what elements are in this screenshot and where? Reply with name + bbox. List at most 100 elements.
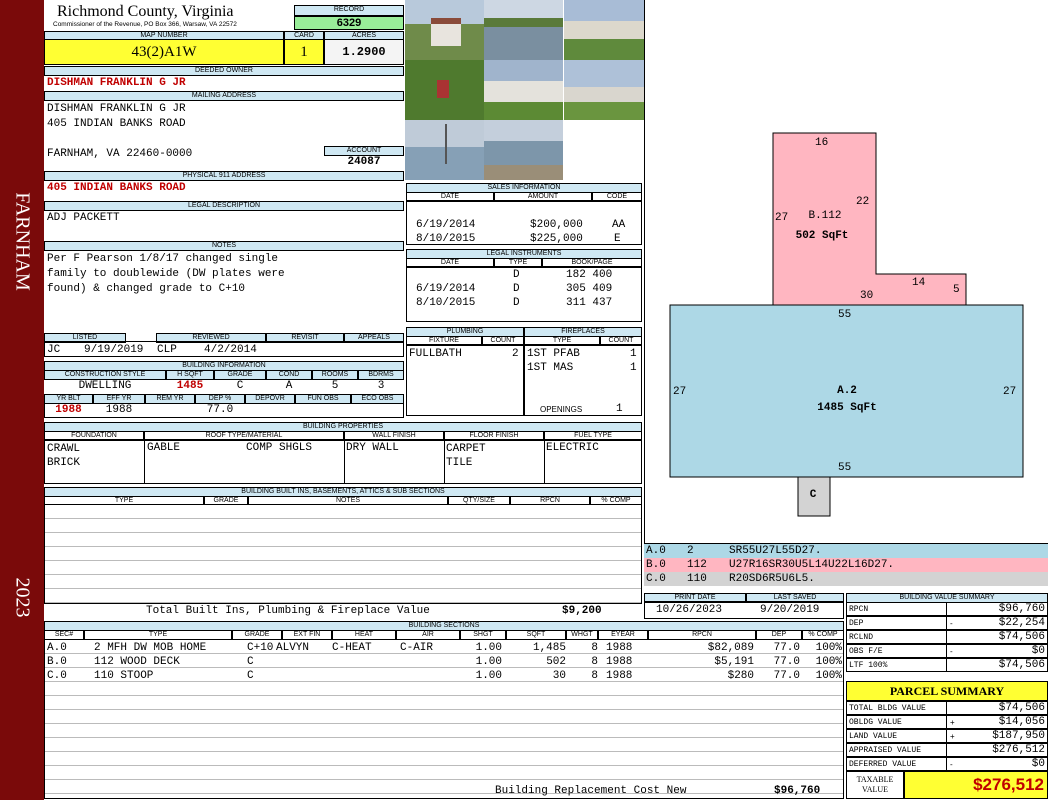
section-cell: 100% [815, 656, 842, 668]
value-summary-label-4: LTF 100% [849, 661, 888, 670]
rooms: 5 [331, 380, 339, 392]
parcel-summary-value-2: $187,950 [992, 730, 1045, 742]
value-summary-label-0: RPCN [849, 605, 869, 614]
parcel-summary-title: PARCEL SUMMARY [846, 681, 1048, 701]
parcel-summary-value-0: $74,506 [998, 702, 1045, 714]
dim-a-right: 27 [1003, 386, 1017, 398]
mailing-line-3: FARNHAM, VA 22460-0000 [47, 148, 193, 160]
side-band: FARNHAM 2023 [0, 0, 44, 800]
listed-by: JC [47, 344, 61, 356]
section-a-label: A.2 [837, 385, 857, 397]
sketch-code-b-path: U27R16SR30U5L14U22L16D27. [729, 559, 895, 571]
value-summary-value-0: $96,760 [998, 603, 1045, 615]
section-cell: 1988 [606, 670, 633, 682]
photo-flag-water [405, 120, 484, 180]
section-cell: 77.0 [773, 670, 800, 682]
photo-garage [405, 0, 484, 60]
fixture-type: FULLBATH [409, 348, 462, 360]
section-cell: 30 [552, 670, 566, 682]
value-summary-divider [946, 616, 947, 630]
taxable-label-1: TAXABLE [856, 775, 894, 784]
parcel-summary-label-1: OBLDG VALUE [849, 718, 902, 727]
value-summary-value-3: $0 [1031, 645, 1045, 657]
section-cell: C.0 [47, 670, 67, 682]
section-cell: 8 [591, 670, 598, 682]
notes-text: Per F Pearson 1/8/17 changed single fami… [47, 253, 285, 295]
floor-finish: CARPET TILE [446, 443, 486, 469]
town-label: FARNHAM [11, 192, 34, 291]
parcel-summary-label-4: DEFERRED VALUE [849, 760, 917, 769]
cond: A [285, 380, 293, 392]
value-summary-divider [946, 644, 947, 658]
sketch-code-a-n: 2 [687, 545, 694, 557]
hsqft-label: H SQFT [166, 370, 214, 380]
parcel-summary-divider [946, 701, 947, 715]
roof-material: COMP SHGLS [246, 442, 313, 454]
inst-type-1: D [513, 269, 520, 281]
record-label: RECORD [294, 5, 404, 16]
built-ins-table [44, 504, 642, 604]
section-cell: $82,089 [707, 642, 754, 654]
inst-type-2: D [513, 283, 520, 295]
sketch-code-b-n: 112 [687, 559, 707, 571]
sketch-code-a-path: SR55U27L55D27. [729, 545, 822, 557]
building-info-row [44, 402, 404, 418]
section-cell: C-HEAT [332, 642, 372, 654]
mailing-line-2: 405 INDIAN BANKS ROAD [47, 118, 186, 130]
dim-b-bottom: 30 [860, 290, 874, 302]
section-cell: 1.00 [475, 670, 502, 682]
sketch-code-c-path: R20SD6R5U6L5. [729, 573, 815, 585]
section-cell: 112 WOOD DECK [94, 656, 180, 668]
parcel-summary-divider [946, 757, 947, 771]
section-b-label: B.112 [808, 210, 842, 222]
value-summary-value-4: $74,506 [998, 659, 1045, 671]
card-number: 1 [284, 39, 324, 65]
built-ins-total-label: Total Built Ins, Plumbing & Fireplace Va… [146, 605, 430, 617]
section-cell: 1.00 [475, 642, 502, 654]
bdrms-label: BDRMS [358, 370, 404, 380]
value-summary-value-2: $74,506 [998, 631, 1045, 643]
mailing-address-label: MAILING ADDRESS [44, 91, 404, 101]
value-summary-label-1: DEP [849, 619, 864, 628]
deeded-owner-label: DEEDED OWNER [44, 66, 404, 76]
fp-count-1: 1 [630, 348, 637, 360]
inst-type-3: D [513, 297, 520, 309]
sketch-code-a [644, 544, 1048, 558]
inst-date-2: 6/19/2014 [416, 283, 476, 295]
sketch-code-c-id: C.0 [646, 573, 666, 585]
fixture-count: 2 [512, 348, 519, 360]
fp-type-2: 1ST MAS [527, 362, 574, 374]
rcn-value: $96,760 [774, 785, 821, 797]
dim-b-right: 22 [856, 196, 870, 208]
inst-book-2: 305 409 [566, 283, 613, 295]
photo-pier [484, 0, 563, 60]
sketch-code-a-id: A.0 [646, 545, 666, 557]
foundation: CRAWL BRICK [47, 443, 81, 469]
account-number: 24087 [347, 156, 381, 168]
photo-home-front [564, 0, 644, 60]
value-summary-value-1: $22,254 [998, 617, 1045, 629]
section-a-area: 1485 SqFt [817, 402, 877, 414]
cond-label: COND [266, 370, 312, 380]
dim-b-top: 16 [815, 137, 829, 149]
deeded-owner: DISHMAN FRANKLIN G JR [47, 77, 186, 89]
legal-description-label: LEGAL DESCRIPTION [44, 201, 404, 211]
sale-amount-2: $225,000 [530, 233, 583, 245]
section-cell: 77.0 [773, 656, 800, 668]
taxable-label-2: VALUE [861, 785, 889, 794]
bdrms: 3 [377, 380, 385, 392]
section-cell: 77.0 [773, 642, 800, 654]
acres-value: 1.2900 [324, 39, 404, 65]
print-date: 10/26/2023 [656, 604, 723, 616]
construction-style-label: CONSTRUCTION STYLE [44, 370, 166, 380]
inst-date-3: 8/10/2015 [416, 297, 476, 309]
sketch-code-b-id: B.0 [646, 559, 666, 571]
legal-description: ADJ PACKETT [47, 212, 120, 224]
section-cell: ALVYN [276, 642, 310, 654]
built-ins-total: $9,200 [562, 605, 602, 617]
rcn-label: Building Replacement Cost New [495, 785, 687, 797]
reviewed-date: 4/2/2014 [204, 344, 257, 356]
section-cell: 8 [591, 642, 598, 654]
dim-a-left: 27 [673, 386, 687, 398]
construction-style: DWELLING [78, 380, 132, 392]
